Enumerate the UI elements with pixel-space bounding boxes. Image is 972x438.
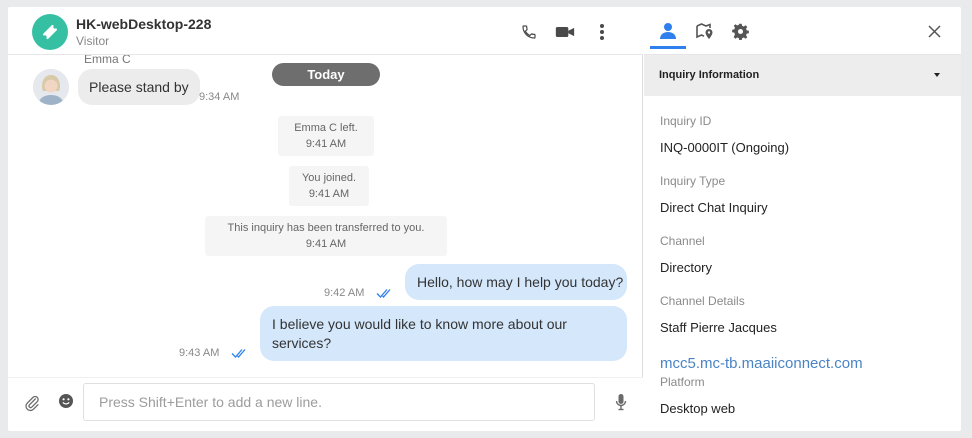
field-label: Inquiry Type (660, 174, 726, 188)
read-receipt-icon (231, 349, 246, 358)
tab-user[interactable] (654, 17, 682, 45)
phone-icon[interactable] (518, 21, 540, 43)
video-icon[interactable] (554, 21, 576, 43)
outgoing-message: Hello, how may I help you today? (405, 264, 627, 300)
location-icon (696, 23, 713, 39)
close-icon[interactable] (924, 21, 944, 41)
message-time: 9:43 AM (179, 347, 220, 359)
system-message: This inquiry has been transferred to you… (205, 216, 447, 256)
channel-link[interactable]: mcc5.mc-tb.maaiiconnect.com (660, 355, 863, 372)
message-input[interactable] (83, 383, 595, 421)
field-value: Staff Pierre Jacques (660, 320, 777, 335)
panel-tabs (644, 7, 961, 55)
sender-name: Emma C (84, 55, 131, 66)
field-label: Channel Details (660, 294, 745, 308)
system-message: You joined. 9:41 AM (289, 166, 369, 206)
field-value: INQ-0000IT (Ongoing) (660, 140, 790, 155)
tab-settings[interactable] (726, 17, 754, 45)
agent-avatar (33, 69, 69, 105)
chat-pane: HK-webDesktop-228 Visitor Emma C Please … (8, 7, 643, 431)
incoming-message: Please stand by (78, 69, 200, 105)
date-divider: Today (272, 63, 380, 86)
read-receipt-icon (376, 289, 391, 298)
gear-icon (731, 23, 749, 40)
field-label: Inquiry ID (660, 114, 712, 128)
field-value: Direct Chat Inquiry (660, 200, 768, 215)
active-tab-indicator (650, 46, 686, 49)
message-composer (8, 377, 643, 431)
message-time: 9:34 AM (199, 91, 240, 103)
app-window: HK-webDesktop-228 Visitor Emma C Please … (8, 7, 961, 431)
paperclip-icon[interactable] (21, 392, 43, 414)
field-value: Desktop web (660, 401, 736, 416)
chat-header: HK-webDesktop-228 Visitor (8, 7, 643, 55)
chat-title: HK-webDesktop-228 (76, 16, 212, 32)
tab-location[interactable] (691, 17, 719, 45)
field-label: Channel (660, 234, 705, 248)
section-title: Inquiry Information (659, 69, 760, 81)
ticket-icon (42, 24, 58, 40)
field-value: Directory (660, 260, 713, 275)
message-time: 9:42 AM (324, 287, 365, 299)
inquiry-info-section-toggle[interactable]: Inquiry Information (644, 55, 961, 96)
microphone-icon[interactable] (610, 391, 632, 413)
emoji-icon[interactable] (55, 390, 77, 412)
more-vertical-icon[interactable] (591, 21, 613, 43)
visitor-avatar (32, 14, 68, 50)
user-icon (660, 23, 676, 39)
field-label: Platform (660, 375, 705, 389)
outgoing-message: I believe you would like to know more ab… (260, 306, 627, 361)
caret-down-icon (934, 73, 940, 77)
system-message: Emma C left. 9:41 AM (278, 116, 374, 156)
message-list: Emma C Please stand by 9:34 AM Today Emm… (8, 55, 643, 377)
inquiry-panel: Inquiry Information Inquiry ID INQ-0000I… (644, 7, 961, 431)
chat-subtitle: Visitor (76, 34, 110, 48)
